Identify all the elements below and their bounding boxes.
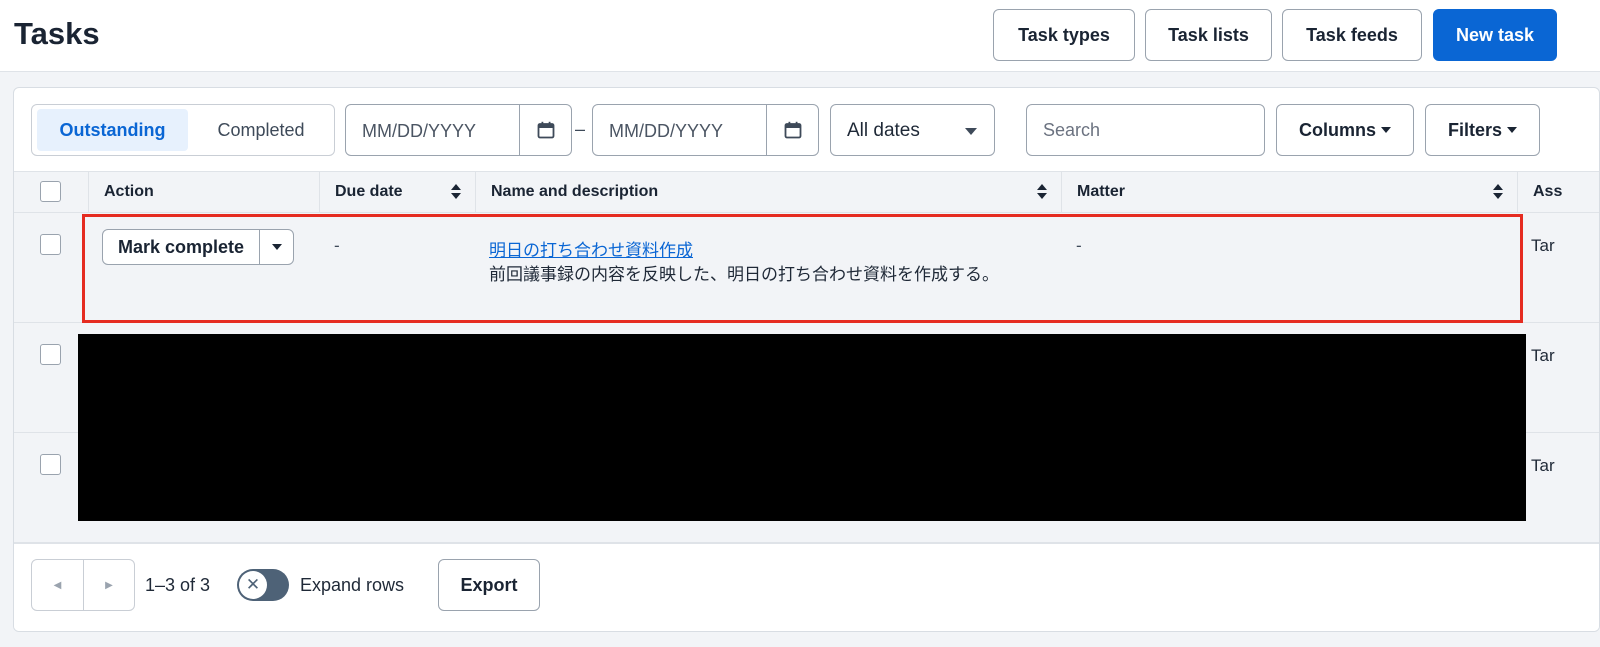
task-description: 前回議事録の内容を反映した、明日の打ち合わせ資料を作成する。 <box>489 265 999 284</box>
chevron-down-icon <box>965 128 977 135</box>
calendar-icon <box>784 121 801 139</box>
columns-button-label: Columns <box>1298 119 1376 140</box>
assignee-cell: Tar <box>1531 236 1555 255</box>
page-title: Tasks <box>14 16 100 51</box>
caret-down-icon <box>271 244 282 250</box>
column-header-matter[interactable]: Matter <box>1061 172 1517 212</box>
date-to-picker-button[interactable] <box>766 105 818 155</box>
date-range-value: All dates <box>847 120 920 141</box>
tab-completed[interactable]: Completed <box>194 109 328 151</box>
task-name-link[interactable]: 明日の打ち合わせ資料作成 <box>489 236 693 261</box>
chevron-right-icon: ▶ <box>105 579 113 591</box>
date-to-field[interactable]: MM/DD/YYYY <box>592 104 819 156</box>
tab-outstanding[interactable]: Outstanding <box>37 109 188 151</box>
columns-button[interactable]: Columns <box>1276 104 1414 156</box>
column-header-label: Action <box>104 183 154 200</box>
column-header-label: Matter <box>1077 183 1126 200</box>
previous-page-button[interactable]: ◀ <box>32 560 83 610</box>
date-from-picker-button[interactable] <box>519 105 571 155</box>
due-date-cell: - <box>334 236 340 255</box>
caret-down-icon <box>1381 127 1391 133</box>
chevron-left-icon: ◀ <box>53 579 62 591</box>
date-from-placeholder: MM/DD/YYYY <box>362 121 477 141</box>
row-checkbox[interactable] <box>40 454 61 475</box>
date-to-placeholder: MM/DD/YYYY <box>609 121 724 141</box>
table-header: Action Due date Name and description Mat… <box>14 171 1599 213</box>
filters-button-label: Filters <box>1447 119 1503 140</box>
close-icon: ✕ <box>239 571 267 599</box>
task-types-button[interactable]: Task types <box>993 9 1135 61</box>
search-input[interactable] <box>1026 104 1265 156</box>
date-range-select[interactable]: All dates <box>830 104 995 156</box>
mark-complete-button[interactable]: Mark complete <box>103 230 260 264</box>
status-segmented-control: Outstanding Completed <box>31 104 335 156</box>
page-header: Tasks Task types Task lists Task feeds N… <box>0 0 1600 72</box>
redacted-region <box>78 334 1526 521</box>
tasks-card: Outstanding Completed MM/DD/YYYY – MM/DD… <box>13 87 1600 632</box>
export-button[interactable]: Export <box>438 559 540 611</box>
calendar-icon <box>537 121 554 139</box>
select-all-checkbox[interactable] <box>40 181 61 202</box>
expand-rows-label: Expand rows <box>300 575 405 595</box>
task-lists-button[interactable]: Task lists <box>1145 9 1272 61</box>
column-header-label: Ass <box>1533 183 1563 200</box>
date-from-field[interactable]: MM/DD/YYYY <box>345 104 572 156</box>
new-task-button[interactable]: New task <box>1433 9 1557 61</box>
row-checkbox[interactable] <box>40 344 61 365</box>
sort-icon <box>451 184 461 200</box>
column-header-due-date[interactable]: Due date <box>319 172 475 212</box>
pagination: ◀ ▶ <box>31 559 135 611</box>
column-header-assignee[interactable]: Ass <box>1517 172 1599 212</box>
mark-complete-split-button: Mark complete <box>102 229 294 265</box>
next-page-button[interactable]: ▶ <box>83 560 134 610</box>
date-range-separator: – <box>575 119 586 139</box>
filters-button[interactable]: Filters <box>1425 104 1540 156</box>
sort-icon <box>1037 184 1047 200</box>
assignee-cell: Tar <box>1531 346 1555 365</box>
expand-rows-toggle[interactable]: ✕ <box>237 569 289 601</box>
row-checkbox[interactable] <box>40 234 61 255</box>
task-feeds-button[interactable]: Task feeds <box>1282 9 1422 61</box>
column-header-name-description[interactable]: Name and description <box>475 172 1061 212</box>
assignee-cell: Tar <box>1531 456 1555 475</box>
column-header-action: Action <box>88 172 319 212</box>
pagination-range: 1–3 of 3 <box>145 575 211 595</box>
action-dropdown-button[interactable] <box>260 230 293 264</box>
table-footer: ◀ ▶ 1–3 of 3 ✕ Expand rows Export <box>14 543 1599 631</box>
column-header-label: Due date <box>335 183 403 200</box>
column-header-label: Name and description <box>491 183 659 200</box>
caret-down-icon <box>1507 127 1518 133</box>
sort-icon <box>1493 184 1503 200</box>
matter-cell: - <box>1076 236 1082 255</box>
